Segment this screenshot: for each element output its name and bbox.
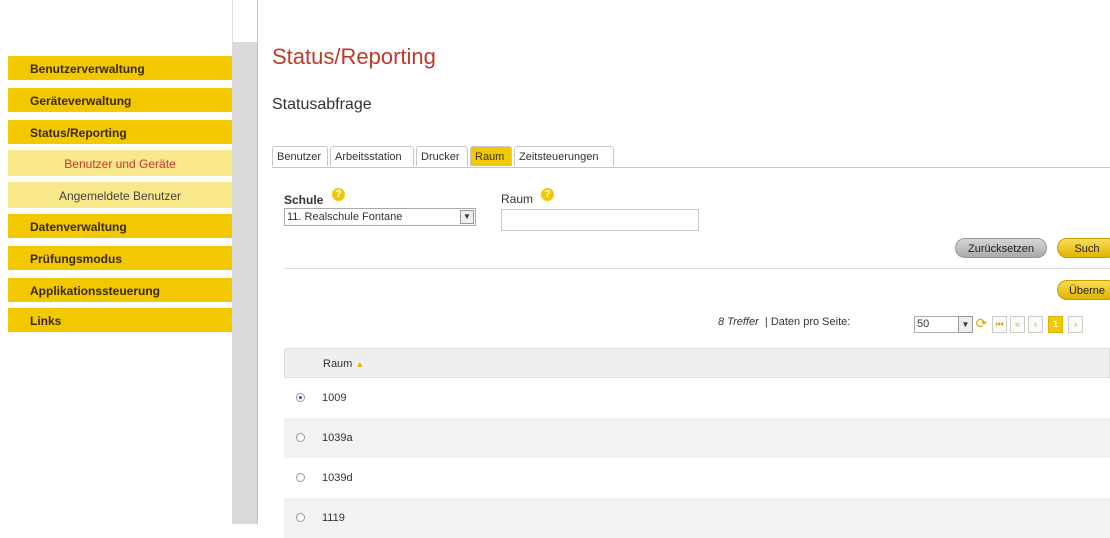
apply-button[interactable]: Überne xyxy=(1057,280,1110,300)
schule-select-value: 11. Realschule Fontane xyxy=(287,211,403,223)
help-icon[interactable]: ? xyxy=(541,188,554,201)
raum-label: Raum xyxy=(501,192,534,206)
row-radio[interactable] xyxy=(296,513,305,522)
row-value: 1119 xyxy=(322,512,345,524)
sidebar-item-label: Datenverwaltung xyxy=(30,220,127,234)
result-count: 8 Treffer xyxy=(718,316,759,328)
results-table: Raum ▲ 1009 1039a 1039d 1119 xyxy=(284,348,1110,538)
tab-drucker[interactable]: Drucker xyxy=(416,146,468,166)
sidebar-item-benutzerverwaltung[interactable]: Benutzerverwaltung xyxy=(8,56,232,82)
separator: | xyxy=(761,316,771,328)
first-page-icon[interactable]: ⏮ xyxy=(992,316,1007,333)
page-current[interactable]: 1 xyxy=(1048,316,1063,333)
table-header: Raum ▲ xyxy=(284,348,1110,378)
sidebar-item-label: Prüfungsmodus xyxy=(30,252,122,266)
table-row[interactable]: 1009 xyxy=(284,378,1110,418)
tab-benutzer[interactable]: Benutzer xyxy=(272,146,328,166)
page-subtitle: Statusabfrage xyxy=(272,96,372,113)
per-page-dropdown-button[interactable]: ▼ xyxy=(958,316,973,333)
sidebar-item-datenverwaltung[interactable]: Datenverwaltung xyxy=(8,214,232,240)
tab-raum[interactable]: Raum xyxy=(470,146,512,166)
table-row[interactable]: 1039d xyxy=(284,458,1110,498)
sidebar-splitter[interactable] xyxy=(233,0,258,524)
chevron-down-icon: ▼ xyxy=(460,210,474,224)
row-value: 1039a xyxy=(322,432,353,444)
search-button[interactable]: Such xyxy=(1057,238,1110,258)
per-page-label: Daten pro Seite: xyxy=(770,316,851,328)
sidebar-item-status-reporting[interactable]: Status/Reporting xyxy=(8,120,232,146)
sidebar-item-label: Applikationssteuerung xyxy=(30,284,161,298)
row-value: 1039d xyxy=(322,472,353,484)
row-radio[interactable] xyxy=(296,473,305,482)
column-header-raum[interactable]: Raum xyxy=(323,358,352,370)
table-row[interactable]: 1039a xyxy=(284,418,1110,458)
refresh-icon[interactable]: ⟳ xyxy=(974,316,989,333)
schule-select[interactable]: 11. Realschule Fontane ▼ xyxy=(284,208,476,226)
sidebar-item-label: Benutzer und Geräte xyxy=(64,157,176,171)
tab-arbeitsstation[interactable]: Arbeitsstation xyxy=(330,146,414,166)
sidebar: Benutzerverwaltung Geräteverwaltung Stat… xyxy=(0,0,233,524)
sidebar-subitem-angemeldete-benutzer[interactable]: Angemeldete Benutzer xyxy=(8,182,232,210)
sidebar-item-label: Status/Reporting xyxy=(30,126,127,140)
sidebar-item-applikationssteuerung[interactable]: Applikationssteuerung xyxy=(8,278,232,304)
schule-label: Schule xyxy=(284,193,324,207)
sidebar-item-label: Angemeldete Benutzer xyxy=(58,189,182,203)
per-page-select[interactable]: 50 xyxy=(914,316,962,333)
sidebar-item-label: Geräteverwaltung xyxy=(30,94,132,108)
raum-input[interactable] xyxy=(501,209,699,231)
row-radio[interactable] xyxy=(296,393,305,402)
sort-ascending-icon[interactable]: ▲ xyxy=(355,359,364,369)
tab-underline xyxy=(272,167,1110,168)
sidebar-item-pruefungsmodus[interactable]: Prüfungsmodus xyxy=(8,246,232,272)
splitter-top xyxy=(233,0,257,42)
page-title: Status/Reporting xyxy=(272,44,436,69)
table-row[interactable]: 1119 xyxy=(284,498,1110,538)
per-page-value: 50 xyxy=(917,318,930,330)
sidebar-item-links[interactable]: Links xyxy=(8,308,232,334)
main-content: Status/Reporting Statusabfrage Benutzer … xyxy=(258,0,1110,538)
prev-page-icon[interactable]: ‹ xyxy=(1028,316,1043,333)
sidebar-item-geraeteverwaltung[interactable]: Geräteverwaltung xyxy=(8,88,232,114)
row-value: 1009 xyxy=(322,392,347,404)
result-summary: 8 Treffer | Daten pro Seite: xyxy=(718,316,850,334)
tab-zeitsteuerungen[interactable]: Zeitsteuerungen xyxy=(514,146,614,166)
sidebar-item-label: Links xyxy=(30,314,62,328)
help-icon[interactable]: ? xyxy=(332,188,345,201)
next-page-icon[interactable]: › xyxy=(1068,316,1083,333)
divider xyxy=(284,268,1110,269)
prev-block-icon[interactable]: « xyxy=(1010,316,1025,333)
sidebar-subitem-benutzer-und-geraete[interactable]: Benutzer und Geräte xyxy=(8,150,232,178)
row-radio[interactable] xyxy=(296,433,305,442)
sidebar-item-label: Benutzerverwaltung xyxy=(30,62,145,76)
reset-button[interactable]: Zurücksetzen xyxy=(955,238,1047,258)
